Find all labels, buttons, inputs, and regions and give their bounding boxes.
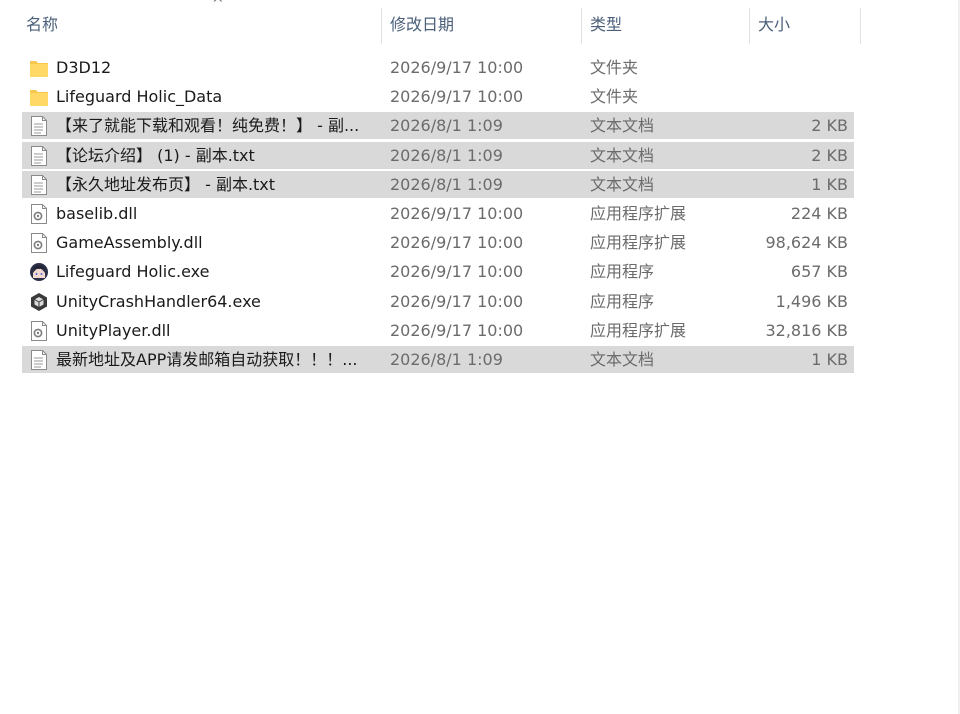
- file-row[interactable]: UnityCrashHandler64.exe 2026/9/17 10:00 …: [0, 287, 960, 316]
- file-type: 文本文档: [590, 174, 655, 194]
- file-size: 1 KB: [811, 349, 848, 369]
- file-modified-date: 2026/9/17 10:00: [390, 262, 524, 282]
- file-type: 文件夹: [590, 87, 639, 107]
- file-row[interactable]: D3D12 2026/9/17 10:00 文件夹: [0, 53, 960, 82]
- file-list: D3D12 2026/9/17 10:00 文件夹 Lifeguard Holi…: [0, 53, 960, 374]
- file-size: 2 KB: [811, 145, 848, 165]
- dll-file-icon: [29, 203, 49, 225]
- folder-icon: [29, 57, 49, 79]
- column-type-label: 类型: [590, 15, 623, 34]
- text-file-icon: [29, 174, 49, 196]
- column-header: 名称 ^ 修改日期 类型 大小: [0, 0, 960, 50]
- column-header-date[interactable]: 修改日期: [384, 6, 582, 44]
- file-row[interactable]: GameAssembly.dll 2026/9/17 10:00 应用程序扩展 …: [0, 228, 960, 257]
- file-name: GameAssembly.dll: [56, 233, 203, 253]
- file-name: Lifeguard Holic.exe: [56, 262, 210, 282]
- column-header-type[interactable]: 类型: [584, 6, 750, 44]
- text-file-icon: [29, 145, 49, 167]
- file-modified-date: 2026/8/1 1:09: [390, 349, 503, 369]
- file-modified-date: 2026/8/1 1:09: [390, 116, 503, 136]
- column-divider[interactable]: [749, 8, 750, 44]
- file-row[interactable]: UnityPlayer.dll 2026/9/17 10:00 应用程序扩展 3…: [0, 316, 960, 345]
- column-name-label: 名称: [26, 15, 59, 34]
- file-modified-date: 2026/9/17 10:00: [390, 320, 524, 340]
- file-name: 最新地址及APP请发邮箱自动获取！！！...: [56, 349, 358, 369]
- file-name: 【论坛介绍】 (1) - 副本.txt: [56, 145, 255, 165]
- folder-icon: [29, 86, 49, 108]
- file-name: 【来了就能下载和观看！纯免费！】 - 副...: [56, 116, 360, 136]
- sort-ascending-icon: ^: [212, 0, 224, 12]
- file-name: UnityPlayer.dll: [56, 320, 171, 340]
- file-type: 文本文档: [590, 349, 655, 369]
- file-modified-date: 2026/9/17 10:00: [390, 87, 524, 107]
- file-type: 应用程序扩展: [590, 320, 687, 340]
- file-type: 应用程序: [590, 262, 655, 282]
- dll-file-icon: [29, 320, 49, 342]
- file-row[interactable]: 最新地址及APP请发邮箱自动获取！！！... 2026/8/1 1:09 文本文…: [0, 345, 960, 374]
- column-divider[interactable]: [381, 8, 382, 44]
- file-modified-date: 2026/8/1 1:09: [390, 145, 503, 165]
- file-name: 【永久地址发布页】 - 副本.txt: [56, 174, 276, 194]
- column-header-size[interactable]: 大小: [752, 6, 860, 44]
- file-modified-date: 2026/9/17 10:00: [390, 58, 524, 77]
- file-size: 224 KB: [790, 203, 848, 223]
- file-name: UnityCrashHandler64.exe: [56, 291, 261, 311]
- text-file-icon: [29, 115, 49, 137]
- unity-app-icon: [29, 291, 49, 313]
- column-divider[interactable]: [860, 8, 861, 44]
- game-app-icon: [29, 261, 49, 283]
- file-size: 98,624 KB: [765, 233, 848, 253]
- file-row[interactable]: 【永久地址发布页】 - 副本.txt 2026/8/1 1:09 文本文档 1 …: [0, 170, 960, 199]
- column-header-name[interactable]: 名称 ^: [20, 0, 382, 44]
- text-file-icon: [29, 349, 49, 371]
- file-modified-date: 2026/8/1 1:09: [390, 174, 503, 194]
- dll-file-icon: [29, 232, 49, 254]
- file-type: 应用程序扩展: [590, 233, 687, 253]
- file-type: 应用程序: [590, 291, 655, 311]
- file-modified-date: 2026/9/17 10:00: [390, 233, 524, 253]
- file-type: 文本文档: [590, 145, 655, 165]
- file-name: Lifeguard Holic_Data: [56, 87, 223, 107]
- file-name: D3D12: [56, 58, 112, 77]
- file-size: 1 KB: [811, 174, 848, 194]
- file-row[interactable]: 【论坛介绍】 (1) - 副本.txt 2026/8/1 1:09 文本文档 2…: [0, 141, 960, 170]
- file-type: 应用程序扩展: [590, 203, 687, 223]
- file-explorer: 名称 ^ 修改日期 类型 大小 D3D12 2026/9/17 10:00 文件…: [0, 0, 960, 714]
- file-size: 2 KB: [811, 116, 848, 136]
- file-type: 文本文档: [590, 116, 655, 136]
- column-divider[interactable]: [581, 8, 582, 44]
- file-type: 文件夹: [590, 58, 639, 77]
- file-modified-date: 2026/9/17 10:00: [390, 291, 524, 311]
- file-modified-date: 2026/9/17 10:00: [390, 203, 524, 223]
- column-size-label: 大小: [758, 15, 791, 34]
- file-row[interactable]: Lifeguard Holic.exe 2026/9/17 10:00 应用程序…: [0, 257, 960, 286]
- file-row[interactable]: 【来了就能下载和观看！纯免费！】 - 副... 2026/8/1 1:09 文本…: [0, 111, 960, 140]
- file-size: 32,816 KB: [765, 320, 848, 340]
- column-date-label: 修改日期: [390, 15, 455, 34]
- file-row[interactable]: baselib.dll 2026/9/17 10:00 应用程序扩展 224 K…: [0, 199, 960, 228]
- file-name: baselib.dll: [56, 203, 138, 223]
- file-size: 1,496 KB: [775, 291, 848, 311]
- file-row[interactable]: Lifeguard Holic_Data 2026/9/17 10:00 文件夹: [0, 82, 960, 111]
- file-size: 657 KB: [790, 262, 848, 282]
